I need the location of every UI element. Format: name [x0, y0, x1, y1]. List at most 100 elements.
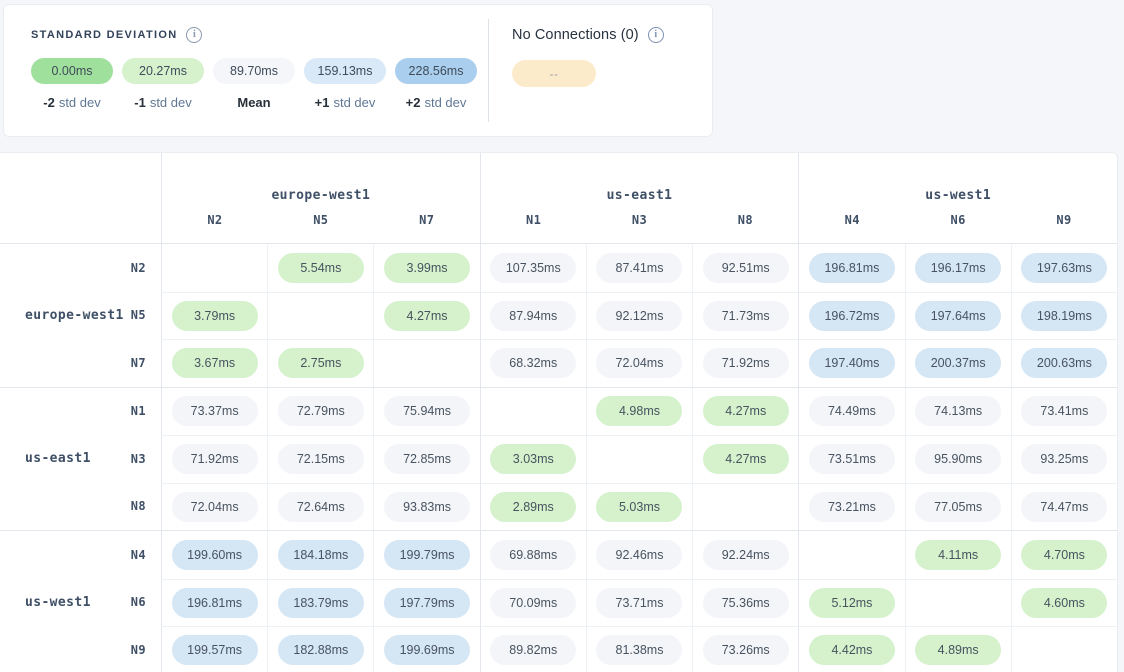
latency-pill[interactable]: 199.69ms — [384, 635, 470, 665]
latency-pill[interactable]: 4.89ms — [915, 635, 1001, 665]
latency-pill[interactable]: 68.32ms — [490, 348, 576, 378]
matrix-cell: 71.73ms — [692, 292, 798, 340]
latency-pill[interactable]: 72.15ms — [278, 444, 364, 474]
matrix-cell: 4.27ms — [373, 292, 479, 340]
latency-pill[interactable]: 73.21ms — [809, 492, 895, 522]
latency-pill[interactable]: 74.47ms — [1021, 492, 1107, 522]
latency-pill[interactable]: 72.64ms — [278, 492, 364, 522]
matrix-cell: 4.42ms — [798, 626, 904, 672]
latency-pill[interactable]: 4.27ms — [703, 396, 789, 426]
matrix-cell: 74.13ms — [905, 388, 1011, 436]
latency-pill[interactable]: 4.11ms — [915, 540, 1001, 570]
latency-pill[interactable]: 92.24ms — [703, 540, 789, 570]
latency-pill[interactable]: 87.94ms — [490, 301, 576, 331]
latency-pill[interactable]: 92.46ms — [596, 540, 682, 570]
latency-pill[interactable]: 4.27ms — [384, 301, 470, 331]
matrix-cell: 2.75ms — [267, 339, 373, 387]
latency-pill[interactable]: 71.92ms — [703, 348, 789, 378]
matrix-cell: 71.92ms — [692, 339, 798, 387]
latency-pill[interactable]: 75.36ms — [703, 588, 789, 618]
latency-pill[interactable]: 73.37ms — [172, 396, 258, 426]
latency-pill[interactable]: 73.41ms — [1021, 396, 1107, 426]
info-icon[interactable]: i — [648, 27, 664, 43]
latency-pill[interactable]: 3.03ms — [490, 444, 576, 474]
latency-pill[interactable]: 72.85ms — [384, 444, 470, 474]
latency-pill[interactable]: 184.18ms — [278, 540, 364, 570]
latency-pill[interactable]: 4.42ms — [809, 635, 895, 665]
latency-pill[interactable]: 197.40ms — [809, 348, 895, 378]
matrix-cell: 81.38ms — [586, 626, 692, 672]
latency-pill[interactable]: 92.51ms — [703, 253, 789, 283]
latency-matrix: europe-west1N2N5N7us-east1N1N3N8us-west1… — [0, 152, 1118, 672]
latency-pill[interactable]: 74.13ms — [915, 396, 1001, 426]
latency-pill[interactable]: 199.79ms — [384, 540, 470, 570]
latency-pill[interactable]: 81.38ms — [596, 635, 682, 665]
column-node-label: N8 — [692, 211, 798, 243]
latency-pill[interactable]: 72.04ms — [596, 348, 682, 378]
latency-pill[interactable]: 200.63ms — [1021, 348, 1107, 378]
row-node-label: N4 — [131, 548, 161, 562]
matrix-cell: 196.72ms — [798, 292, 904, 340]
std-dev-labels: -2std dev -1std dev Mean +1std dev +2std… — [31, 95, 488, 110]
latency-pill[interactable]: 2.75ms — [278, 348, 364, 378]
latency-pill[interactable]: 75.94ms — [384, 396, 470, 426]
latency-pill[interactable]: 73.51ms — [809, 444, 895, 474]
latency-pill[interactable]: 107.35ms — [490, 253, 576, 283]
latency-pill[interactable]: 73.71ms — [596, 588, 682, 618]
latency-pill[interactable]: 72.79ms — [278, 396, 364, 426]
latency-pill[interactable]: 199.57ms — [172, 635, 258, 665]
latency-pill[interactable]: 89.82ms — [490, 635, 576, 665]
latency-pill[interactable]: 197.64ms — [915, 301, 1001, 331]
latency-pill[interactable]: 71.92ms — [172, 444, 258, 474]
latency-pill[interactable]: 73.26ms — [703, 635, 789, 665]
legend-pill-plus2: 228.56ms — [395, 58, 477, 84]
latency-pill[interactable]: 2.89ms — [490, 492, 576, 522]
latency-pill[interactable]: 5.12ms — [809, 588, 895, 618]
matrix-cell: 95.90ms — [905, 435, 1011, 483]
latency-pill[interactable]: 200.37ms — [915, 348, 1001, 378]
latency-pill[interactable]: 95.90ms — [915, 444, 1001, 474]
latency-pill[interactable]: 93.25ms — [1021, 444, 1107, 474]
latency-pill[interactable]: 71.73ms — [703, 301, 789, 331]
latency-pill[interactable]: 196.81ms — [172, 588, 258, 618]
latency-pill[interactable]: 199.60ms — [172, 540, 258, 570]
latency-pill[interactable]: 3.99ms — [384, 253, 470, 283]
latency-pill[interactable]: 69.88ms — [490, 540, 576, 570]
latency-pill[interactable]: 196.17ms — [915, 253, 1001, 283]
latency-pill[interactable]: 5.54ms — [278, 253, 364, 283]
latency-pill[interactable]: 4.60ms — [1021, 588, 1107, 618]
matrix-cell: 5.03ms — [586, 483, 692, 531]
latency-pill[interactable]: 87.41ms — [596, 253, 682, 283]
latency-pill[interactable]: 93.83ms — [384, 492, 470, 522]
latency-pill[interactable]: 4.70ms — [1021, 540, 1107, 570]
latency-pill[interactable]: 183.79ms — [278, 588, 364, 618]
matrix-cell: 3.03ms — [480, 435, 586, 483]
row-group-europe-west1: europe-west1N25.54ms3.99ms107.35ms87.41m… — [0, 243, 1117, 387]
latency-pill[interactable]: 3.67ms — [172, 348, 258, 378]
matrix-cell: 73.37ms — [161, 388, 267, 436]
info-icon[interactable]: i — [186, 27, 202, 43]
latency-pill[interactable]: 198.19ms — [1021, 301, 1107, 331]
matrix-cell: 72.79ms — [267, 388, 373, 436]
matrix-cell: 74.49ms — [798, 388, 904, 436]
matrix-cell: 184.18ms — [267, 531, 373, 579]
legend-pill-minus1: 20.27ms — [122, 58, 204, 84]
latency-pill[interactable]: 77.05ms — [915, 492, 1001, 522]
latency-pill[interactable]: 196.72ms — [809, 301, 895, 331]
latency-pill[interactable]: 74.49ms — [809, 396, 895, 426]
latency-pill[interactable]: 5.03ms — [596, 492, 682, 522]
latency-pill[interactable]: 72.04ms — [172, 492, 258, 522]
matrix-cell: 72.04ms — [161, 483, 267, 531]
latency-pill[interactable]: 3.79ms — [172, 301, 258, 331]
latency-pill[interactable]: 197.63ms — [1021, 253, 1107, 283]
latency-pill[interactable]: 182.88ms — [278, 635, 364, 665]
matrix-cell: 196.81ms — [798, 244, 904, 292]
latency-pill[interactable]: 4.27ms — [703, 444, 789, 474]
matrix-cell: 69.88ms — [480, 531, 586, 579]
latency-pill[interactable]: 70.09ms — [490, 588, 576, 618]
matrix-cell: 199.79ms — [373, 531, 479, 579]
latency-pill[interactable]: 197.79ms — [384, 588, 470, 618]
latency-pill[interactable]: 92.12ms — [596, 301, 682, 331]
latency-pill[interactable]: 4.98ms — [596, 396, 682, 426]
latency-pill[interactable]: 196.81ms — [809, 253, 895, 283]
